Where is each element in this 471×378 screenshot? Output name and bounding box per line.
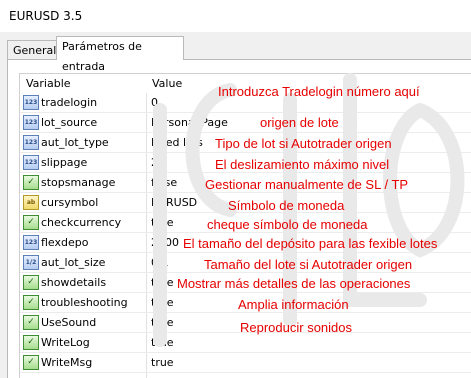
- param-row[interactable]: ✓ WriteMsg true: [20, 353, 471, 373]
- param-name: WriteMsg: [41, 356, 93, 369]
- param-name: checkcurrency: [41, 216, 122, 229]
- param-value[interactable]: 0.1: [151, 256, 169, 269]
- param-value[interactable]: false: [151, 176, 177, 189]
- param-name: aut_lot_type: [41, 136, 109, 149]
- title-bar: EURUSD 3.5: [0, 0, 471, 32]
- param-name: cursymbol: [41, 196, 99, 209]
- param-value[interactable]: true: [151, 336, 174, 349]
- param-name: slippage: [41, 156, 88, 169]
- param-name: troubleshooting: [41, 296, 128, 309]
- param-row[interactable]: 123 lot_source Personal Page: [20, 113, 471, 133]
- param-value[interactable]: Fixed lots: [151, 136, 203, 149]
- boolean-icon: ✓: [23, 215, 39, 230]
- param-name: aut_lot_size: [41, 256, 106, 269]
- annotation-note: Reproducir sonidos: [240, 320, 353, 335]
- param-name: flexdepo: [41, 236, 89, 249]
- param-value[interactable]: true: [151, 356, 174, 369]
- annotation-note: Mostrar más detalles de las operaciones: [177, 276, 411, 291]
- param-name: UseSound: [41, 316, 97, 329]
- param-name: stopsmanage: [41, 176, 116, 189]
- boolean-icon: ✓: [23, 355, 39, 370]
- annotation-note: Introduzca Tradelogin número aquí: [218, 84, 420, 99]
- integer-icon: 123: [23, 155, 39, 170]
- param-value[interactable]: true: [151, 296, 174, 309]
- tab-general[interactable]: General: [7, 40, 57, 59]
- integer-icon: 123: [23, 135, 39, 150]
- annotation-note: origen de lote: [260, 115, 339, 130]
- annotation-note: El tamaño del depósito para las fexible …: [183, 236, 438, 251]
- boolean-icon: ✓: [23, 275, 39, 290]
- param-value[interactable]: Personal Page: [151, 116, 228, 129]
- param-value[interactable]: 0: [151, 96, 158, 109]
- boolean-icon: ✓: [23, 335, 39, 350]
- param-name: WriteLog: [41, 336, 90, 349]
- double-icon: 1/2: [23, 255, 39, 270]
- param-value[interactable]: 20: [151, 156, 165, 169]
- window-title: EURUSD 3.5: [9, 9, 83, 23]
- annotation-note: Amplia información: [238, 297, 349, 312]
- annotation-note: El deslizamiento máximo nivel: [215, 157, 390, 172]
- tab-input-parameters[interactable]: Parámetros de entrada: [56, 36, 184, 73]
- annotation-note: Tamaño del lote si Autotrader origen: [204, 257, 413, 272]
- param-value[interactable]: 2500: [151, 236, 179, 249]
- column-header-variable[interactable]: Variable: [26, 77, 71, 90]
- param-value[interactable]: EURUSD: [151, 196, 197, 209]
- integer-icon: 123: [23, 95, 39, 110]
- boolean-icon: ✓: [23, 315, 39, 330]
- annotation-note: Tipo de lot si Autotrader origen: [215, 136, 392, 151]
- param-value[interactable]: true: [151, 276, 174, 289]
- string-icon: ab: [23, 195, 39, 210]
- param-row[interactable]: ✓ WriteLog true: [20, 333, 471, 353]
- integer-icon: 123: [23, 235, 39, 250]
- param-value[interactable]: true: [151, 216, 174, 229]
- param-name: showdetails: [41, 276, 107, 289]
- annotation-note: Gestionar manualmente de SL / TP: [205, 177, 409, 192]
- boolean-icon: ✓: [23, 295, 39, 310]
- annotation-note: cheque símbolo de moneda: [207, 217, 368, 232]
- param-name: tradelogin: [41, 96, 98, 109]
- annotation-note: Símbolo de moneda: [228, 198, 345, 213]
- param-value[interactable]: true: [151, 316, 174, 329]
- boolean-icon: ✓: [23, 175, 39, 190]
- param-name: lot_source: [41, 116, 98, 129]
- integer-icon: 123: [23, 115, 39, 130]
- column-header-value[interactable]: Value: [152, 77, 182, 90]
